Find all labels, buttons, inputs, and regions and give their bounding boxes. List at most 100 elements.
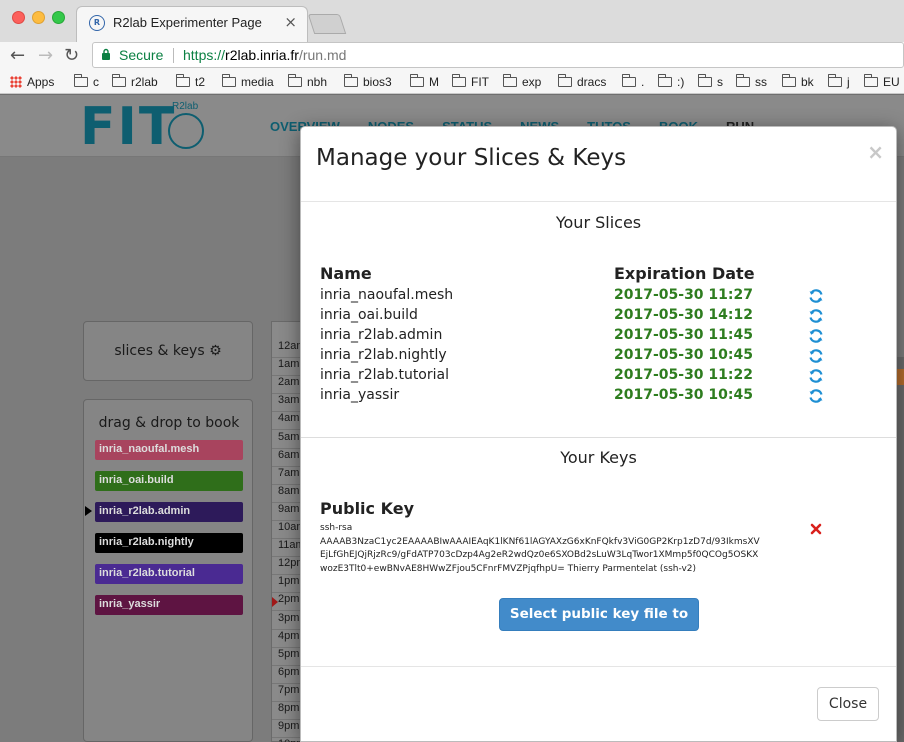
slice-name: inria_naoufal.mesh xyxy=(320,287,454,303)
renew-slice-icon[interactable] xyxy=(808,308,824,324)
drag-drop-panel: drag & drop to book inria_naoufal.mesh i… xyxy=(83,399,253,742)
renew-slice-icon[interactable] xyxy=(808,288,824,304)
bookmark-nbh[interactable]: nbh xyxy=(288,74,327,89)
slice-row: inria_r2lab.nightly 2017-05-30 10:45 xyxy=(301,347,896,367)
slices-keys-modal: Manage your Slices & Keys × Your Slices … xyxy=(300,126,897,742)
url-path: /run.md xyxy=(298,47,347,63)
drag-item-inria-r2lab-tutorial[interactable]: inria_r2lab.tutorial xyxy=(95,564,243,584)
bookmark-dot[interactable]: . xyxy=(622,74,644,89)
back-arrow-icon[interactable]: ← xyxy=(10,45,25,66)
slice-row: inria_oai.build 2017-05-30 14:12 xyxy=(301,307,896,327)
tab-title: R2lab Experimenter Page xyxy=(113,15,262,30)
bookmark-s[interactable]: s xyxy=(698,74,723,89)
drag-item-inria-r2lab-admin[interactable]: inria_r2lab.admin xyxy=(95,502,243,522)
new-tab-button[interactable] xyxy=(307,14,347,34)
public-key-line: EjLfGhEJQjRjzRc9/gFdATP703cDzp4Ag2eR2wdQ… xyxy=(320,550,759,560)
bookmark-bk[interactable]: bk xyxy=(782,74,814,89)
folder-icon xyxy=(864,74,878,87)
r2lab-seal-icon xyxy=(168,113,204,149)
renew-slice-icon[interactable] xyxy=(808,348,824,364)
bookmark-t2[interactable]: t2 xyxy=(176,74,205,89)
bookmark-ss[interactable]: ss xyxy=(736,74,767,89)
public-key-line: ssh-rsa xyxy=(320,523,353,533)
modal-footer: Close xyxy=(301,666,896,742)
slice-expiration: 2017-05-30 10:45 xyxy=(614,387,753,403)
fit-logo[interactable]: FIT xyxy=(80,97,176,157)
selected-slice-arrow-icon xyxy=(85,506,92,516)
apps-grid-icon xyxy=(10,76,22,88)
bookmark-eu[interactable]: EU xyxy=(864,74,900,89)
bookmark-dracs[interactable]: dracs xyxy=(558,74,606,89)
folder-icon xyxy=(452,74,466,87)
slice-row: inria_naoufal.mesh 2017-05-30 11:27 xyxy=(301,287,896,307)
bookmarks-bar: Apps c r2lab t2 media nbh bios3 M FIT ex… xyxy=(0,72,904,94)
renew-slice-icon[interactable] xyxy=(808,388,824,404)
bookmark-smile[interactable]: :) xyxy=(658,74,684,89)
modal-header: Manage your Slices & Keys × xyxy=(301,127,896,202)
slice-row: inria_r2lab.admin 2017-05-30 11:45 xyxy=(301,327,896,347)
drag-item-inria-r2lab-nightly[interactable]: inria_r2lab.nightly xyxy=(95,533,243,553)
bookmark-r2lab[interactable]: r2lab xyxy=(112,74,158,89)
slice-expiration: 2017-05-30 14:12 xyxy=(614,307,753,323)
url-text: https://r2lab.inria.fr/run.md xyxy=(183,47,346,63)
r2lab-logo-text: R2lab xyxy=(172,101,199,112)
bookmark-fit[interactable]: FIT xyxy=(452,74,489,89)
slice-expiration: 2017-05-30 11:45 xyxy=(614,327,753,343)
select-public-key-button[interactable]: Select public key file to add xyxy=(499,598,699,653)
public-key-value: ssh-rsa AAAAB3NzaC1yc2EAAAABIwAAAIEAqK1l… xyxy=(320,522,790,576)
public-key-line: wozE3Tlt0+ewBNvAE8HWwZFjou5CFnrFMVZPjqfh… xyxy=(320,563,697,574)
bookmark-j[interactable]: j xyxy=(828,74,850,89)
window-minimize-button[interactable] xyxy=(32,11,45,24)
r2lab-favicon-icon: R xyxy=(89,15,105,31)
folder-icon xyxy=(782,74,796,87)
renew-slice-icon[interactable] xyxy=(808,368,824,384)
slice-row: inria_r2lab.tutorial 2017-05-30 11:22 xyxy=(301,367,896,387)
slice-expiration: 2017-05-30 11:27 xyxy=(614,287,753,303)
slices-expiration-header: Expiration Date xyxy=(614,264,755,283)
renew-slice-icon[interactable] xyxy=(808,328,824,344)
folder-icon xyxy=(222,74,236,87)
forward-arrow-icon[interactable]: → xyxy=(38,45,53,66)
drag-drop-title: drag & drop to book xyxy=(98,415,240,431)
folder-icon xyxy=(112,74,126,87)
close-button[interactable]: Close xyxy=(817,687,879,721)
secure-label: Secure xyxy=(119,47,164,63)
slice-name: inria_oai.build xyxy=(320,307,418,323)
bookmark-bios3[interactable]: bios3 xyxy=(344,74,392,89)
reload-icon[interactable]: ↻ xyxy=(64,45,79,66)
delete-key-icon[interactable] xyxy=(810,523,822,535)
slice-name: inria_r2lab.tutorial xyxy=(320,367,449,383)
folder-icon xyxy=(176,74,190,87)
public-key-line: AAAAB3NzaC1yc2EAAAABIwAAAIEAqK1lKNf61lAG… xyxy=(320,536,760,547)
drag-item-inria-oai-build[interactable]: inria_oai.build xyxy=(95,471,243,491)
slice-row: inria_yassir 2017-05-30 10:45 xyxy=(301,387,896,407)
folder-icon xyxy=(410,74,424,87)
bookmark-media[interactable]: media xyxy=(222,74,274,89)
modal-close-icon[interactable]: × xyxy=(867,140,884,164)
tab-close-icon[interactable]: × xyxy=(284,13,297,31)
folder-icon xyxy=(698,74,712,87)
folder-icon xyxy=(74,74,88,87)
url-host: r2lab.inria.fr xyxy=(225,47,299,63)
address-bar[interactable]: Secure https://r2lab.inria.fr/run.md xyxy=(92,42,904,68)
bookmark-c[interactable]: c xyxy=(74,74,99,89)
modal-divider xyxy=(301,437,896,438)
drag-item-inria-naoufal-mesh[interactable]: inria_naoufal.mesh xyxy=(95,440,243,460)
folder-icon xyxy=(828,74,842,87)
keys-section-title: Your Keys xyxy=(560,448,637,467)
drag-item-inria-yassir[interactable]: inria_yassir xyxy=(95,595,243,615)
browser-tab-active[interactable]: R R2lab Experimenter Page × xyxy=(76,6,308,42)
window-close-button[interactable] xyxy=(12,11,25,24)
omnibox-separator xyxy=(173,48,174,63)
bookmark-m[interactable]: M xyxy=(410,74,439,89)
slices-keys-button[interactable]: slices & keys ⚙ xyxy=(83,321,253,381)
bookmark-apps[interactable]: Apps xyxy=(10,75,54,89)
browser-tabstrip: R R2lab Experimenter Page × xyxy=(0,0,904,42)
slice-expiration: 2017-05-30 11:22 xyxy=(614,367,753,383)
window-maximize-button[interactable] xyxy=(52,11,65,24)
scheduler-edge xyxy=(896,357,904,742)
slices-section-title: Your Slices xyxy=(555,213,642,232)
public-key-heading: Public Key xyxy=(320,499,414,518)
current-time-marker-icon xyxy=(272,597,278,608)
bookmark-exp[interactable]: exp xyxy=(503,74,541,89)
